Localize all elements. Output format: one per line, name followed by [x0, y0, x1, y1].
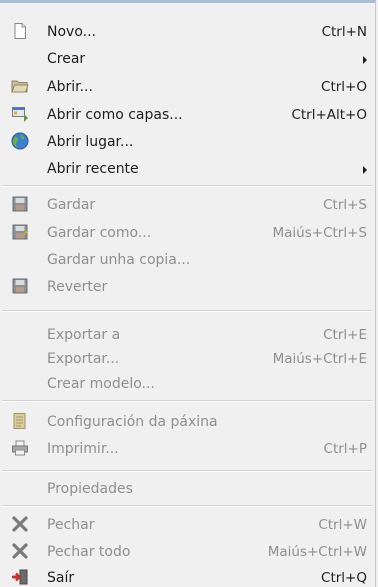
close-all-icon	[11, 542, 29, 560]
menu-item-open-location[interactable]: Abrir lugar...	[0, 130, 374, 154]
menu-item-label: Gardar unha copia...	[47, 252, 191, 268]
menu-item-shortcut: Ctrl+N	[321, 24, 367, 40]
menu-separator	[2, 505, 372, 507]
menu-item-close-all[interactable]: Pechar todo Maiús+Ctrl+W	[0, 540, 374, 564]
menu-item-label: Crear	[47, 51, 86, 67]
menu-item-save-as[interactable]: Gardar como... Maiús+Ctrl+S	[0, 221, 374, 245]
new-document-icon	[11, 22, 29, 40]
menu-item-shortcut: Maiús+Ctrl+S	[272, 225, 367, 241]
menu-item-label: Abrir...	[47, 79, 93, 95]
menu-item-label: Abrir lugar...	[47, 134, 134, 150]
menu-item-open-as-layers[interactable]: Abrir como capas... Ctrl+Alt+O	[0, 103, 374, 127]
menu-item-print[interactable]: Imprimir... Ctrl+P	[0, 437, 374, 461]
save-icon	[11, 195, 29, 213]
menu-item-shortcut: Maiús+Ctrl+W	[267, 544, 367, 560]
menu-item-properties[interactable]: Propiedades	[0, 477, 374, 501]
menu-item-shortcut: Ctrl+Alt+O	[291, 107, 367, 123]
menu-item-label: Novo...	[47, 24, 96, 40]
submenu-arrow-icon	[363, 56, 367, 64]
menu-item-save[interactable]: Gardar Ctrl+S	[0, 193, 374, 217]
menu-item-export-to[interactable]: Exportar a Ctrl+E	[0, 323, 374, 347]
folder-icon	[11, 77, 29, 95]
open-as-layers-icon	[11, 105, 29, 123]
menu-separator	[2, 310, 372, 312]
menu-item-label: Propiedades	[47, 481, 133, 497]
quit-icon	[11, 568, 29, 586]
menu-separator	[2, 400, 372, 402]
menu-item-shortcut: Ctrl+W	[318, 517, 367, 533]
menu-item-label: Abrir como capas...	[47, 107, 183, 123]
menu-item-label: Imprimir...	[47, 441, 119, 457]
menu-item-open[interactable]: Abrir... Ctrl+O	[0, 75, 374, 99]
menu-item-shortcut: Ctrl+Q	[321, 570, 367, 586]
menu-item-label: Pechar todo	[47, 544, 131, 560]
menu-item-page-setup[interactable]: Configuración da páxina	[0, 410, 374, 434]
menu-item-label: Abrir recente	[47, 161, 139, 177]
submenu-arrow-icon	[363, 166, 367, 174]
menu-item-label: Gardar	[47, 197, 96, 213]
close-icon	[11, 515, 29, 533]
menu-item-revert[interactable]: Reverter	[0, 275, 374, 299]
menu-item-open-recent[interactable]: Abrir recente	[0, 157, 374, 181]
menu-item-label: Crear modelo...	[47, 376, 155, 392]
menu-item-shortcut: Ctrl+P	[323, 441, 367, 457]
menu-item-label: Pechar	[47, 517, 95, 533]
menu-separator	[2, 185, 372, 187]
menu-item-label: Reverter	[47, 279, 108, 295]
menu-item-export[interactable]: Exportar... Maiús+Ctrl+E	[0, 347, 374, 371]
save-as-icon	[11, 223, 29, 241]
menu-item-new[interactable]: Novo... Ctrl+N	[0, 20, 374, 44]
page-setup-icon	[11, 412, 29, 430]
menu-item-label: Gardar como...	[47, 225, 152, 241]
menu-item-label: Exportar a	[47, 327, 121, 343]
menu-item-label: Configuración da páxina	[47, 414, 218, 430]
menu-item-create[interactable]: Crear	[0, 47, 374, 71]
menu-item-create-template[interactable]: Crear modelo...	[0, 372, 374, 396]
menu-item-label: Exportar...	[47, 351, 120, 367]
menu-item-close[interactable]: Pechar Ctrl+W	[0, 513, 374, 537]
menu-item-quit[interactable]: Saír Ctrl+Q	[0, 566, 374, 587]
menu-item-save-copy[interactable]: Gardar unha copia...	[0, 248, 374, 272]
menu-item-shortcut: Ctrl+O	[321, 79, 367, 95]
menu-item-shortcut: Maiús+Ctrl+E	[272, 351, 367, 367]
menu-item-shortcut: Ctrl+S	[323, 197, 367, 213]
revert-icon	[11, 277, 29, 295]
menu-separator	[2, 470, 372, 472]
menu-item-shortcut: Ctrl+E	[323, 327, 367, 343]
file-menu: Novo... Ctrl+N Crear Abrir... Ctrl+O Abr…	[0, 0, 376, 587]
globe-icon	[11, 132, 29, 150]
menu-item-label: Saír	[47, 570, 75, 586]
printer-icon	[11, 439, 29, 457]
